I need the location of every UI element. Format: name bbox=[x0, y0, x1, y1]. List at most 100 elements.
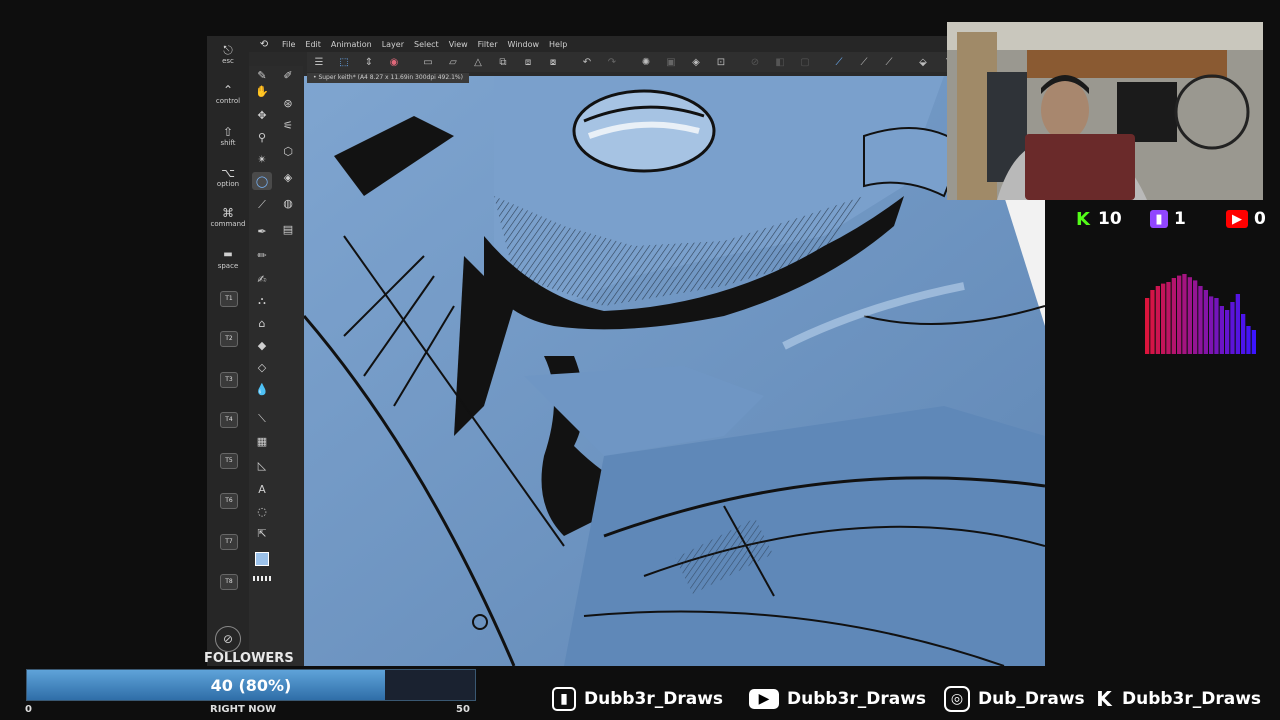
menu-file[interactable]: File bbox=[277, 40, 300, 49]
t8-key[interactable]: T8 bbox=[220, 574, 238, 590]
menu-animation[interactable]: Animation bbox=[326, 40, 377, 49]
lasso-icon[interactable]: ◯ bbox=[252, 172, 272, 190]
transparent-swatch[interactable] bbox=[253, 576, 273, 581]
audio-bar bbox=[1214, 298, 1219, 354]
t6-key[interactable]: T6 bbox=[220, 493, 238, 509]
pen-icon[interactable]: ✒ bbox=[252, 222, 272, 240]
esc-key[interactable]: ⎋ esc bbox=[207, 44, 249, 66]
audio-bar bbox=[1150, 290, 1155, 354]
esc-icon: ⎋ bbox=[223, 43, 233, 57]
decoration-icon[interactable]: ⌂ bbox=[252, 314, 272, 332]
gradient-icon[interactable]: ▦ bbox=[252, 432, 272, 450]
audio-bar bbox=[1225, 310, 1230, 354]
audio-bar bbox=[1145, 298, 1150, 354]
save-icon[interactable]: △ bbox=[466, 53, 490, 71]
quick-access-icon[interactable]: ⊘ bbox=[215, 626, 241, 652]
layers-icon[interactable]: ⧇ bbox=[541, 53, 565, 71]
loading-icon[interactable]: ✺ bbox=[634, 53, 658, 71]
kick-viewers: K 10 bbox=[1074, 206, 1122, 232]
t2-key[interactable]: T2 bbox=[220, 331, 238, 347]
text-icon[interactable]: A bbox=[252, 480, 272, 498]
youtube-icon: ▶ bbox=[1226, 210, 1248, 228]
followers-min: 0 bbox=[25, 704, 32, 715]
color-wheel-icon[interactable]: ◉ bbox=[382, 53, 406, 71]
material-icon[interactable]: ⬡ bbox=[278, 142, 298, 160]
audio-bar bbox=[1187, 277, 1192, 354]
invert-icon[interactable]: ◧ bbox=[768, 53, 792, 71]
redo-icon[interactable]: ↷ bbox=[600, 53, 624, 71]
export-icon[interactable]: ⧈ bbox=[516, 53, 540, 71]
crop-icon[interactable]: ▢ bbox=[793, 53, 817, 71]
transform-icon[interactable]: ⊡ bbox=[709, 53, 733, 71]
app-logo-icon[interactable]: ⟲ bbox=[251, 39, 277, 50]
tool-palette: ✎ ✐ ✋ ⊛ ✥ ⚟ ⚲ ⬡ ✴ ◈ ◯ ◍ ⟋ ▤ ✒ ✏ ✍ ⛬ ⌂ ◆ … bbox=[249, 66, 303, 666]
audio-bar bbox=[1161, 283, 1166, 354]
audio-bar bbox=[1241, 314, 1246, 354]
menu-window[interactable]: Window bbox=[502, 40, 544, 49]
fill-icon[interactable]: ◈ bbox=[684, 53, 708, 71]
pencil-icon[interactable]: ✏ bbox=[252, 246, 272, 264]
audio-bar bbox=[1166, 282, 1171, 354]
menu-icon[interactable]: ☰ bbox=[307, 53, 331, 71]
drawing-canvas[interactable] bbox=[304, 76, 1045, 666]
save-as-icon[interactable]: ⧉ bbox=[491, 53, 515, 71]
social-youtube-handle: Dubb3r_Draws bbox=[787, 689, 927, 709]
document-tab[interactable]: • Super keith* (A4 8.27 x 11.69in 300dpi… bbox=[307, 73, 469, 83]
caret-icon: ⌃ bbox=[222, 83, 234, 97]
sub-tool-icon[interactable]: ✐ bbox=[278, 66, 298, 84]
selection-icon[interactable]: ⬚ bbox=[332, 53, 356, 71]
deselect-icon[interactable]: ⊘ bbox=[743, 53, 767, 71]
frame-icon[interactable]: ◺ bbox=[252, 456, 272, 474]
airbrush-icon[interactable]: ⛬ bbox=[252, 292, 272, 310]
youtube-logo-icon: ▶ bbox=[749, 689, 779, 709]
t7-key[interactable]: T7 bbox=[220, 534, 238, 550]
line-icon[interactable]: ⟍ bbox=[252, 410, 272, 428]
open-icon[interactable]: ▱ bbox=[441, 53, 465, 71]
blend-icon[interactable]: 💧 bbox=[252, 380, 272, 398]
snap-grid-icon[interactable]: ⟋ bbox=[877, 53, 901, 71]
t1-key[interactable]: T1 bbox=[220, 291, 238, 307]
option-key[interactable]: ⌥ option bbox=[207, 167, 249, 189]
menu-edit[interactable]: Edit bbox=[300, 40, 326, 49]
eyedropper-icon[interactable]: ⟋ bbox=[252, 196, 272, 214]
menu-help[interactable]: Help bbox=[544, 40, 572, 49]
control-key[interactable]: ⌃ control bbox=[207, 84, 249, 106]
youtube-count: 0 bbox=[1254, 209, 1266, 229]
correct-line-icon[interactable]: ⇱ bbox=[252, 524, 272, 542]
new-file-icon[interactable]: ▭ bbox=[416, 53, 440, 71]
menu-filter[interactable]: Filter bbox=[473, 40, 503, 49]
t5-key[interactable]: T5 bbox=[220, 453, 238, 469]
menu-select[interactable]: Select bbox=[409, 40, 444, 49]
clear-icon[interactable]: ▣ bbox=[659, 53, 683, 71]
undo-icon[interactable]: ↶ bbox=[575, 53, 599, 71]
twitch-icon: ▮ bbox=[1150, 210, 1168, 228]
hand-icon[interactable]: ✋ bbox=[252, 82, 272, 100]
properties-icon[interactable]: ▤ bbox=[278, 220, 298, 238]
rotate-view-icon[interactable]: ⊛ bbox=[278, 94, 298, 112]
magic-wand-icon[interactable]: ✴ bbox=[252, 150, 272, 168]
eraser-icon[interactable]: ◆ bbox=[252, 336, 272, 354]
layer-panel-icon[interactable]: ◈ bbox=[278, 168, 298, 186]
snap-special-icon[interactable]: ⟋ bbox=[852, 53, 876, 71]
t4-key[interactable]: T4 bbox=[220, 412, 238, 428]
shift-key[interactable]: ⇧ shift bbox=[207, 126, 249, 148]
space-key[interactable]: ▬ space bbox=[207, 249, 249, 271]
fill-bucket-icon[interactable]: ◇ bbox=[252, 358, 272, 376]
balloon-icon[interactable]: ◌ bbox=[252, 502, 272, 520]
t3-key[interactable]: T3 bbox=[220, 372, 238, 388]
arrows-icon[interactable]: ⇕ bbox=[357, 53, 381, 71]
command-key[interactable]: ⌘ command bbox=[207, 207, 249, 229]
menu-layer[interactable]: Layer bbox=[377, 40, 409, 49]
followers-progress-bar: 40 (80%) bbox=[26, 669, 476, 701]
main-color-swatch[interactable] bbox=[255, 552, 269, 566]
move-icon[interactable]: ✥ bbox=[252, 106, 272, 124]
menu-view[interactable]: View bbox=[444, 40, 473, 49]
adjust-icon[interactable]: ⚟ bbox=[278, 116, 298, 134]
ruler-snap-icon[interactable]: ⟋ bbox=[827, 53, 851, 71]
zoom-icon[interactable]: ⚲ bbox=[252, 128, 272, 146]
audio-bar bbox=[1182, 274, 1187, 354]
social-kick-handle: Dubb3r_Draws bbox=[1122, 689, 1262, 709]
brush-icon[interactable]: ✍ bbox=[252, 270, 272, 288]
navigator-icon[interactable]: ◍ bbox=[278, 194, 298, 212]
perspective-icon[interactable]: ⬙ bbox=[911, 53, 935, 71]
